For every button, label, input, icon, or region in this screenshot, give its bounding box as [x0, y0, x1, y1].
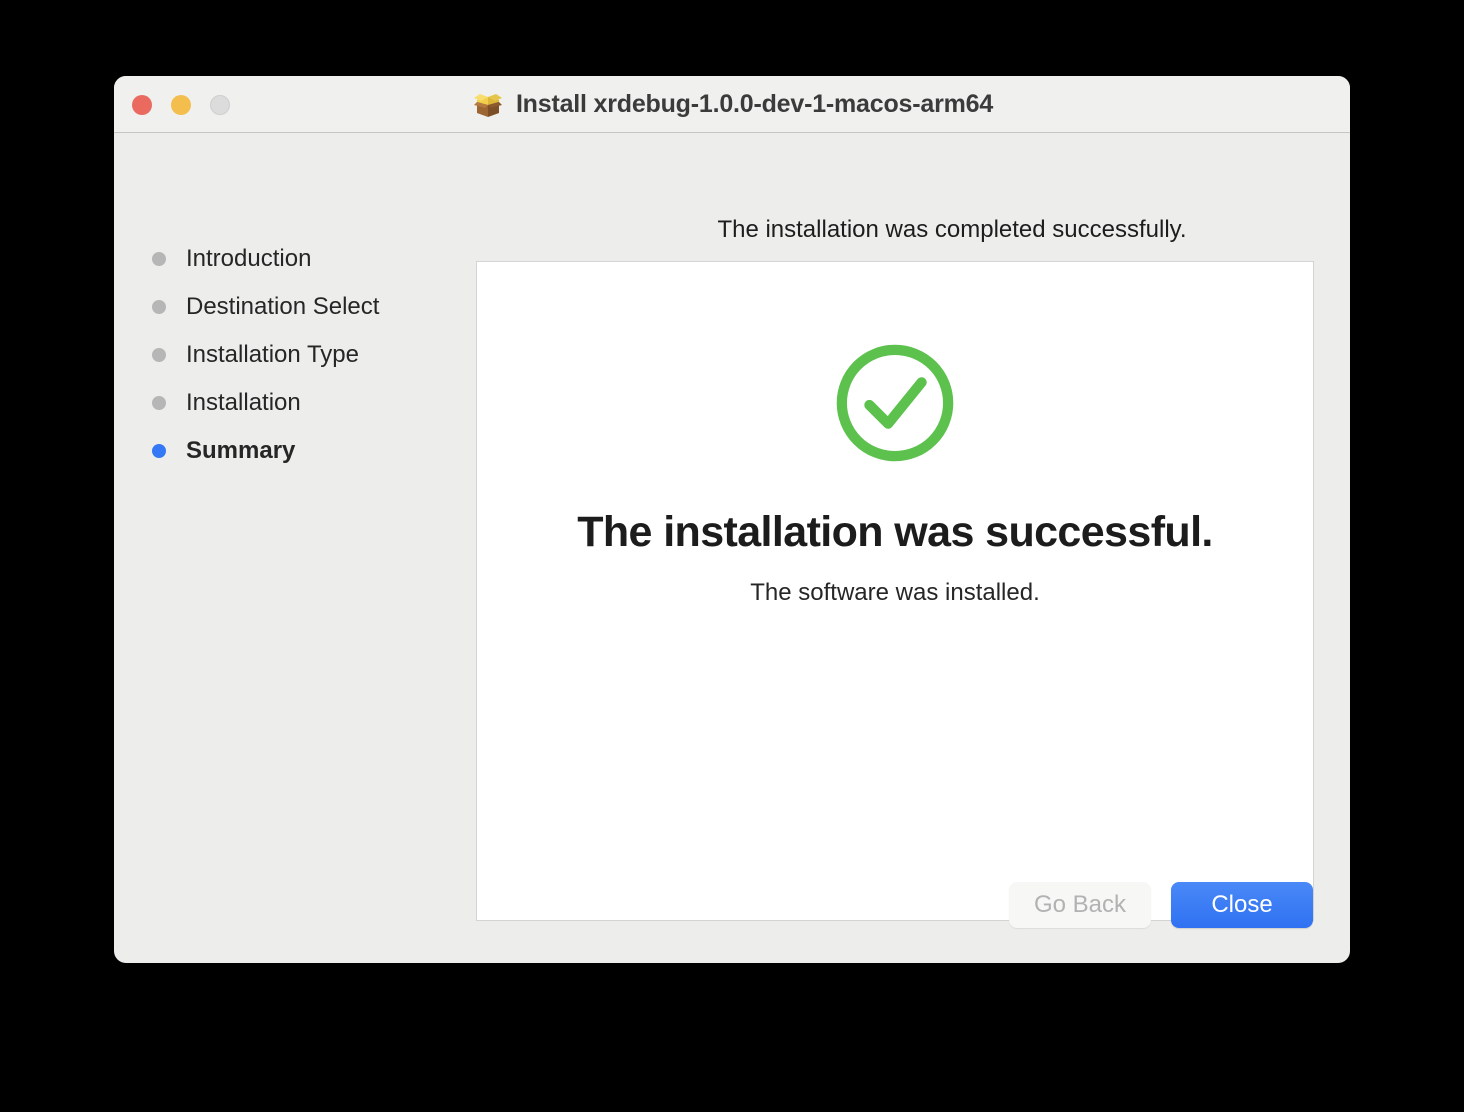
sidebar-item-summary: Summary	[114, 427, 476, 475]
step-dot-active-icon	[152, 444, 166, 458]
window-title: Install xrdebug-1.0.0-dev-1-macos-arm64	[515, 90, 994, 118]
zoom-window-button	[210, 95, 230, 115]
installer-step-sidebar: Introduction Destination Select Installa…	[114, 133, 476, 475]
go-back-button[interactable]: Go Back	[1009, 882, 1151, 928]
close-button[interactable]: Close	[1171, 882, 1313, 928]
sidebar-item-installation-type: Installation Type	[114, 331, 476, 379]
installer-headline: The installation was completed successfu…	[717, 216, 1187, 243]
package-box-icon	[473, 93, 502, 117]
minimize-window-button[interactable]	[171, 95, 191, 115]
installer-footer: Go Back Close	[1009, 882, 1313, 928]
success-title: The installation was successful.	[577, 508, 1213, 556]
success-subtitle: The software was installed.	[750, 579, 1040, 606]
success-check-circle-icon	[836, 344, 954, 462]
sidebar-item-introduction: Introduction	[114, 235, 476, 283]
step-dot-icon	[152, 300, 166, 314]
step-dot-icon	[152, 396, 166, 410]
sidebar-item-destination-select: Destination Select	[114, 283, 476, 331]
installer-content-panel: The installation was successful. The sof…	[476, 261, 1314, 921]
success-block: The installation was successful. The sof…	[477, 340, 1313, 607]
sidebar-item-installation: Installation	[114, 379, 476, 427]
sidebar-item-label: Installation	[186, 389, 301, 416]
installer-main-area: The installation was completed successfu…	[476, 133, 1350, 963]
step-dot-icon	[152, 252, 166, 266]
sidebar-item-label: Destination Select	[186, 293, 380, 320]
window-title-group: Install xrdebug-1.0.0-dev-1-macos-arm64	[114, 76, 1350, 133]
window-body: Introduction Destination Select Installa…	[114, 133, 1350, 963]
sidebar-item-label: Introduction	[186, 245, 312, 272]
installer-window: Install xrdebug-1.0.0-dev-1-macos-arm64 …	[114, 76, 1350, 963]
sidebar-item-label: Installation Type	[186, 341, 360, 368]
window-titlebar: Install xrdebug-1.0.0-dev-1-macos-arm64	[114, 76, 1350, 133]
sidebar-item-label: Summary	[186, 437, 296, 464]
step-dot-icon	[152, 348, 166, 362]
close-window-button[interactable]	[132, 95, 152, 115]
traffic-light-group	[132, 95, 230, 115]
